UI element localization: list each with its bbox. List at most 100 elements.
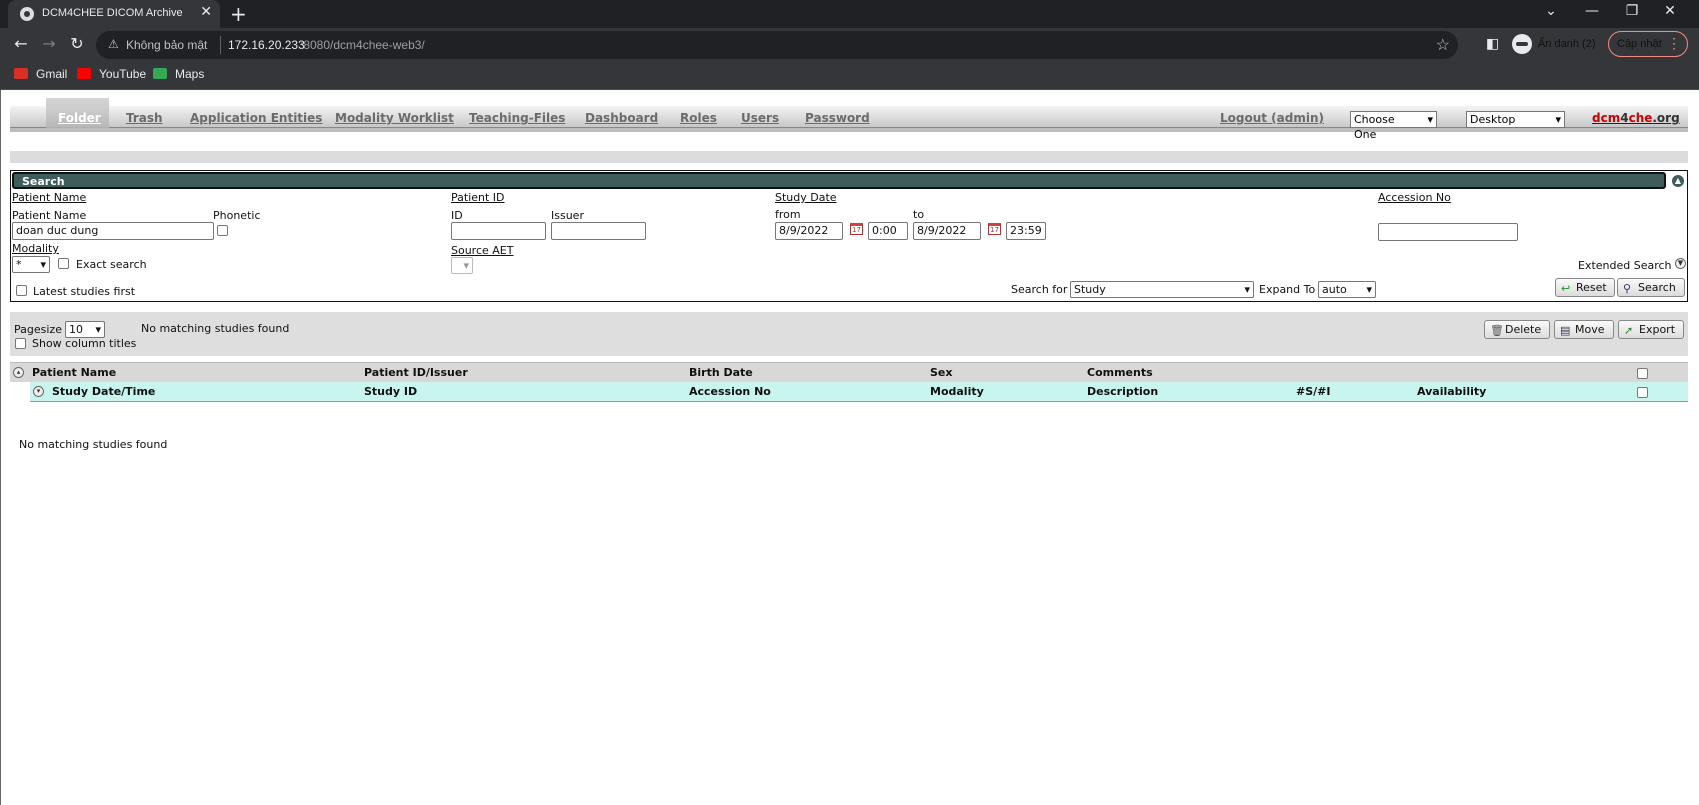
search-button[interactable]: ⚲ Search (1617, 278, 1685, 297)
move-label: Move (1575, 323, 1605, 336)
accession-input[interactable] (1378, 223, 1518, 241)
gmail-icon (14, 68, 28, 79)
incognito-icon (1512, 34, 1532, 54)
bookmark-star-icon[interactable]: ☆ (1436, 35, 1450, 55)
nav-dashboard[interactable]: Dashboard (585, 111, 658, 125)
minimize-icon[interactable]: — (1582, 3, 1602, 19)
col-study-date: Study Date/Time (52, 385, 156, 398)
export-button[interactable]: ➚ Export (1618, 320, 1684, 339)
to-date-input[interactable]: 8/9/2022 (913, 222, 981, 240)
search-header: Search (12, 172, 1666, 189)
patient-name-group: Patient Name (12, 191, 87, 204)
extended-search-label[interactable]: Extended Search (1578, 259, 1672, 272)
bookmark-gmail[interactable]: Gmail (14, 67, 67, 85)
forward-icon: → (42, 34, 56, 53)
bookmark-youtube[interactable]: YouTube (77, 67, 146, 85)
nav-application-entities[interactable]: Application Entities (190, 111, 322, 125)
results-table: ▴ Patient Name Patient ID/Issuer Birth D… (10, 362, 1688, 410)
search-title: Search (22, 175, 65, 188)
from-date-input[interactable]: 8/9/2022 (775, 222, 843, 240)
reload-icon[interactable]: ↻ (66, 34, 88, 53)
patient-id-input[interactable] (451, 222, 546, 240)
pagesize-select[interactable]: 10 (65, 321, 105, 338)
close-window-icon[interactable]: ✕ (1660, 3, 1680, 19)
logout-link[interactable]: Logout (admin) (1220, 111, 1324, 125)
tab-title: DCM4CHEE DICOM Archive (42, 7, 183, 19)
nav-folder[interactable]: Folder (58, 111, 101, 125)
back-icon[interactable]: ← (10, 34, 32, 53)
col-birth-date: Birth Date (689, 366, 753, 379)
expand-to-value: auto (1322, 283, 1347, 296)
desktop-select[interactable]: Desktop (1466, 111, 1565, 128)
collapse-patient-icon[interactable]: ▴ (13, 367, 24, 378)
patient-header-row: ▴ Patient Name Patient ID/Issuer Birth D… (10, 362, 1688, 382)
phonetic-label: Phonetic (213, 209, 261, 222)
spacer-strip (10, 151, 1688, 163)
from-time-input[interactable]: 0:00 (868, 222, 908, 240)
browser-tab[interactable]: DCM4CHEE DICOM Archive ✕ (8, 0, 220, 28)
status-text: No matching studies found (141, 322, 290, 335)
nav-password[interactable]: Password (805, 111, 870, 125)
expand-to-label: Expand To (1259, 283, 1316, 296)
show-column-titles-checkbox[interactable] (15, 338, 26, 349)
reset-icon: ↩ (1561, 282, 1571, 295)
move-button[interactable]: ▤ Move (1554, 320, 1614, 339)
to-time-input[interactable]: 23:59 (1006, 222, 1046, 240)
to-label: to (913, 208, 925, 221)
issuer-input[interactable] (551, 222, 646, 240)
from-label: from (775, 208, 801, 221)
calendar-icon[interactable]: 17 (850, 223, 863, 235)
patient-name-label: Patient Name (12, 209, 87, 222)
update-button[interactable]: Cập nhật ⋮ (1608, 31, 1688, 57)
collapse-icon[interactable]: ▲ (1672, 175, 1684, 187)
study-date-group: Study Date (775, 191, 837, 204)
exact-search-checkbox[interactable] (58, 258, 69, 269)
expand-to-select[interactable]: auto (1318, 281, 1376, 298)
modality-value: * (16, 258, 22, 271)
patient-name-input[interactable]: doan duc dung (12, 222, 214, 240)
new-tab-icon[interactable]: + (230, 2, 247, 26)
search-for-select[interactable]: Study (1070, 281, 1254, 298)
delete-button[interactable]: 🗑 Delete (1484, 320, 1550, 339)
nav-modality-worklist[interactable]: Modality Worklist (335, 111, 454, 125)
bookmarks-bar: Gmail YouTube Maps (0, 62, 1699, 90)
more-menu-icon: ⋮ (1667, 35, 1681, 51)
source-aet-select (451, 257, 473, 274)
url-host: 172.16.20.233 (228, 38, 305, 52)
nav-teaching-files[interactable]: Teaching-Files (469, 111, 565, 125)
expand-study-icon[interactable]: ▾ (33, 386, 44, 397)
select-all-studies-checkbox[interactable] (1637, 387, 1648, 398)
browser-titlebar: DCM4CHEE DICOM Archive ✕ + ⌄ — ❐ ✕ (0, 0, 1699, 28)
trash-icon: 🗑 (1490, 324, 1504, 337)
browser-toolbar: ← → ↻ ⚠ Không bảo mật 172.16.20.233 :808… (0, 28, 1699, 62)
move-icon: ▤ (1560, 324, 1571, 337)
modality-select[interactable]: * (12, 256, 50, 273)
select-all-patients-checkbox[interactable] (1637, 368, 1648, 379)
restore-icon[interactable]: ❐ (1622, 3, 1642, 19)
page-content: Folder Trash Application Entities Modali… (0, 90, 1699, 805)
divider (220, 36, 221, 54)
nav-trash[interactable]: Trash (126, 111, 163, 125)
latest-first-checkbox[interactable] (16, 285, 27, 296)
calendar-icon[interactable]: 17 (988, 223, 1001, 235)
expand-icon[interactable]: ▼ (1675, 258, 1686, 269)
results-toolbar: Pagesize 10 No matching studies found 🗑 … (10, 312, 1688, 356)
nav-roles[interactable]: Roles (680, 111, 717, 125)
from-time-value: 0:00 (872, 224, 897, 237)
choose-one-select[interactable]: Choose One (1350, 111, 1437, 141)
source-aet-label: Source AET (451, 244, 514, 257)
bookmark-maps[interactable]: Maps (153, 67, 204, 85)
search-panel: Search ▲ Patient Name Patient Name Phone… (10, 170, 1688, 302)
incognito-indicator[interactable]: Ẩn danh (2) (1512, 32, 1610, 58)
update-label: Cập nhật (1617, 38, 1662, 50)
side-panel-icon[interactable]: ◧ (1486, 36, 1499, 52)
youtube-icon (77, 68, 91, 79)
nav-users[interactable]: Users (741, 111, 779, 125)
tab-search-icon[interactable]: ⌄ (1541, 3, 1561, 19)
patient-id-group: Patient ID (451, 191, 505, 204)
tab-close-icon[interactable]: ✕ (200, 4, 212, 20)
phonetic-checkbox[interactable] (217, 225, 228, 236)
reset-button[interactable]: ↩ Reset (1555, 278, 1615, 297)
address-bar[interactable]: ⚠ Không bảo mật 172.16.20.233 :8080/dcm4… (96, 31, 1458, 59)
dcm4che-logo-link[interactable]: dcm4che.org (1592, 111, 1680, 125)
